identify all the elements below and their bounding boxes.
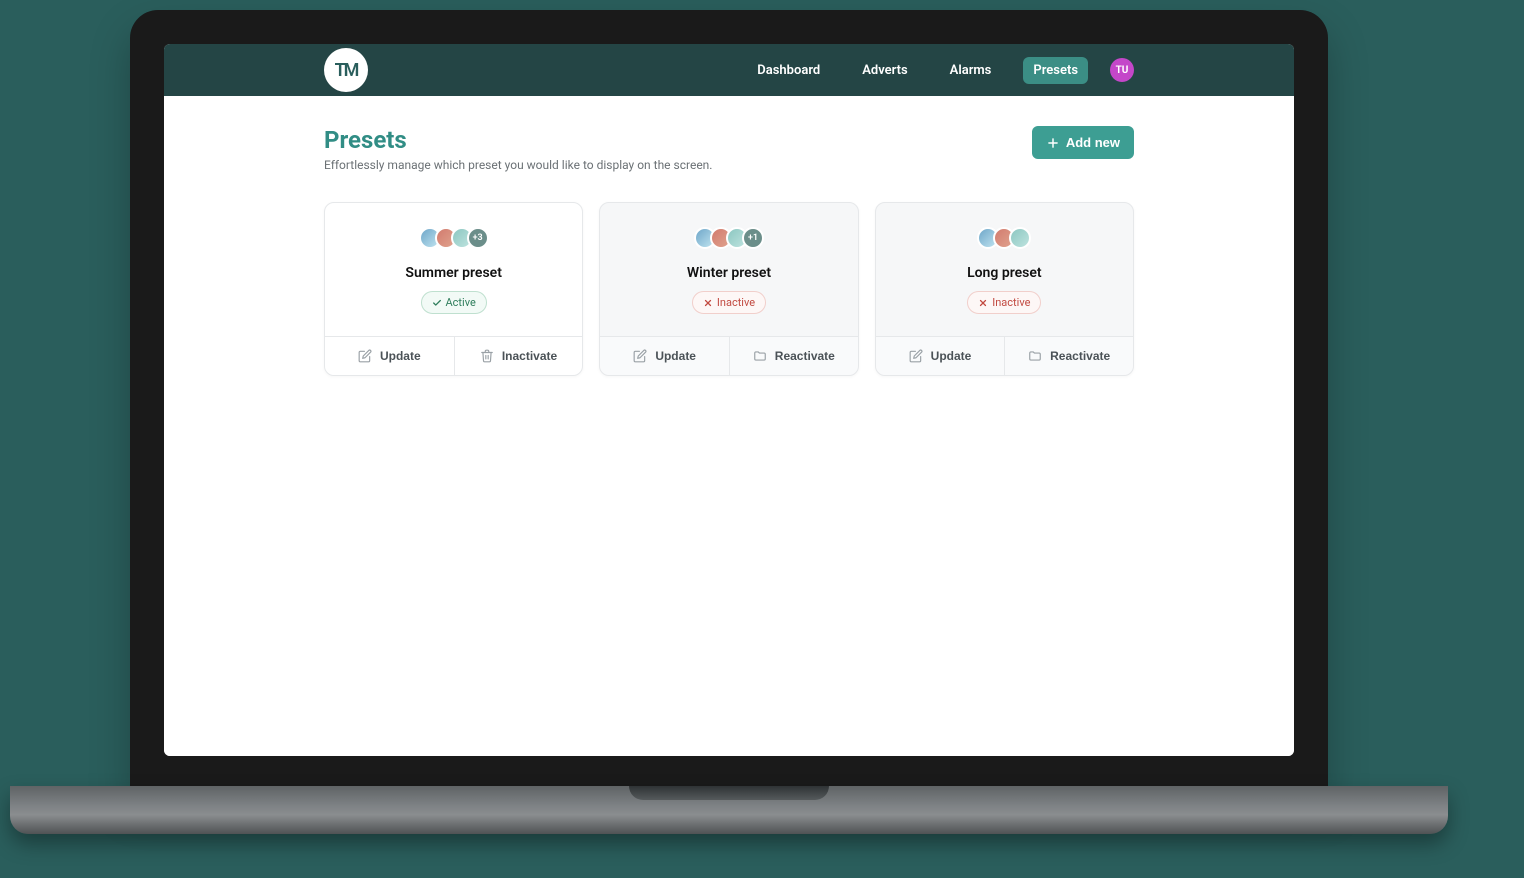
trash-icon — [480, 349, 494, 363]
laptop-base — [10, 786, 1448, 834]
x-icon — [978, 298, 988, 308]
preset-card: +3 Summer preset Active Update — [324, 202, 583, 376]
status-label: Inactive — [992, 296, 1030, 309]
preset-card-body: +3 Summer preset Active — [325, 203, 582, 336]
preset-thumbnails: +1 — [610, 227, 847, 249]
page-heading-text: Presets Effortlessly manage which preset… — [324, 126, 712, 172]
nav-presets[interactable]: Presets — [1023, 57, 1088, 84]
preset-card-body: Long preset Inactive — [876, 203, 1133, 336]
laptop-notch — [629, 786, 829, 800]
preset-thumbnail-icon — [1009, 227, 1031, 249]
status-badge-inactive: Inactive — [692, 291, 766, 314]
status-label: Active — [446, 296, 476, 309]
preset-name: Winter preset — [610, 265, 847, 281]
edit-icon — [909, 349, 923, 363]
app-screen: TM Dashboard Adverts Alarms Presets TU P… — [164, 44, 1294, 756]
preset-name: Summer preset — [335, 265, 572, 281]
x-icon — [703, 298, 713, 308]
brand-logo-text: TM — [335, 60, 358, 81]
preset-card: Long preset Inactive Update — [875, 202, 1134, 376]
page-heading-row: Presets Effortlessly manage which preset… — [324, 126, 1134, 172]
edit-icon — [633, 349, 647, 363]
reactivate-label: Reactivate — [1050, 349, 1110, 363]
nav-adverts[interactable]: Adverts — [852, 57, 917, 84]
add-new-label: Add new — [1066, 135, 1120, 150]
page-title: Presets — [324, 126, 712, 154]
status-badge-active: Active — [421, 291, 487, 314]
preset-thumbnail-more: +1 — [742, 227, 764, 249]
reactivate-button[interactable]: Reactivate — [1004, 337, 1133, 375]
inactivate-label: Inactivate — [502, 349, 557, 363]
brand-logo[interactable]: TM — [324, 48, 368, 92]
update-button[interactable]: Update — [325, 337, 454, 375]
nav-alarms[interactable]: Alarms — [940, 57, 1002, 84]
preset-cards: +3 Summer preset Active Update — [324, 202, 1134, 376]
preset-card-actions: Update Reactivate — [876, 336, 1133, 375]
folder-icon — [753, 349, 767, 363]
status-badge-inactive: Inactive — [967, 291, 1041, 314]
preset-card-actions: Update Inactivate — [325, 336, 582, 375]
preset-thumbnail-more: +3 — [467, 227, 489, 249]
reactivate-button[interactable]: Reactivate — [729, 337, 858, 375]
plus-icon — [1046, 136, 1060, 150]
preset-thumbnails: +3 — [335, 227, 572, 249]
update-label: Update — [931, 349, 972, 363]
update-button[interactable]: Update — [876, 337, 1005, 375]
laptop-frame: TM Dashboard Adverts Alarms Presets TU P… — [130, 10, 1328, 790]
page-subtitle: Effortlessly manage which preset you wou… — [324, 158, 712, 172]
add-new-button[interactable]: Add new — [1032, 126, 1134, 159]
preset-thumbnails — [886, 227, 1123, 249]
status-label: Inactive — [717, 296, 755, 309]
page-content: Presets Effortlessly manage which preset… — [164, 96, 1294, 756]
nav: Dashboard Adverts Alarms Presets TU — [747, 57, 1134, 84]
reactivate-label: Reactivate — [775, 349, 835, 363]
app-header: TM Dashboard Adverts Alarms Presets TU — [164, 44, 1294, 96]
preset-card-body: +1 Winter preset Inactive — [600, 203, 857, 336]
preset-card-actions: Update Reactivate — [600, 336, 857, 375]
check-icon — [432, 298, 442, 308]
update-label: Update — [655, 349, 696, 363]
nav-dashboard[interactable]: Dashboard — [747, 57, 830, 84]
edit-icon — [358, 349, 372, 363]
update-label: Update — [380, 349, 421, 363]
user-avatar[interactable]: TU — [1110, 58, 1134, 82]
preset-name: Long preset — [886, 265, 1123, 281]
inactivate-button[interactable]: Inactivate — [454, 337, 583, 375]
preset-card: +1 Winter preset Inactive Update — [599, 202, 858, 376]
update-button[interactable]: Update — [600, 337, 729, 375]
folder-icon — [1028, 349, 1042, 363]
